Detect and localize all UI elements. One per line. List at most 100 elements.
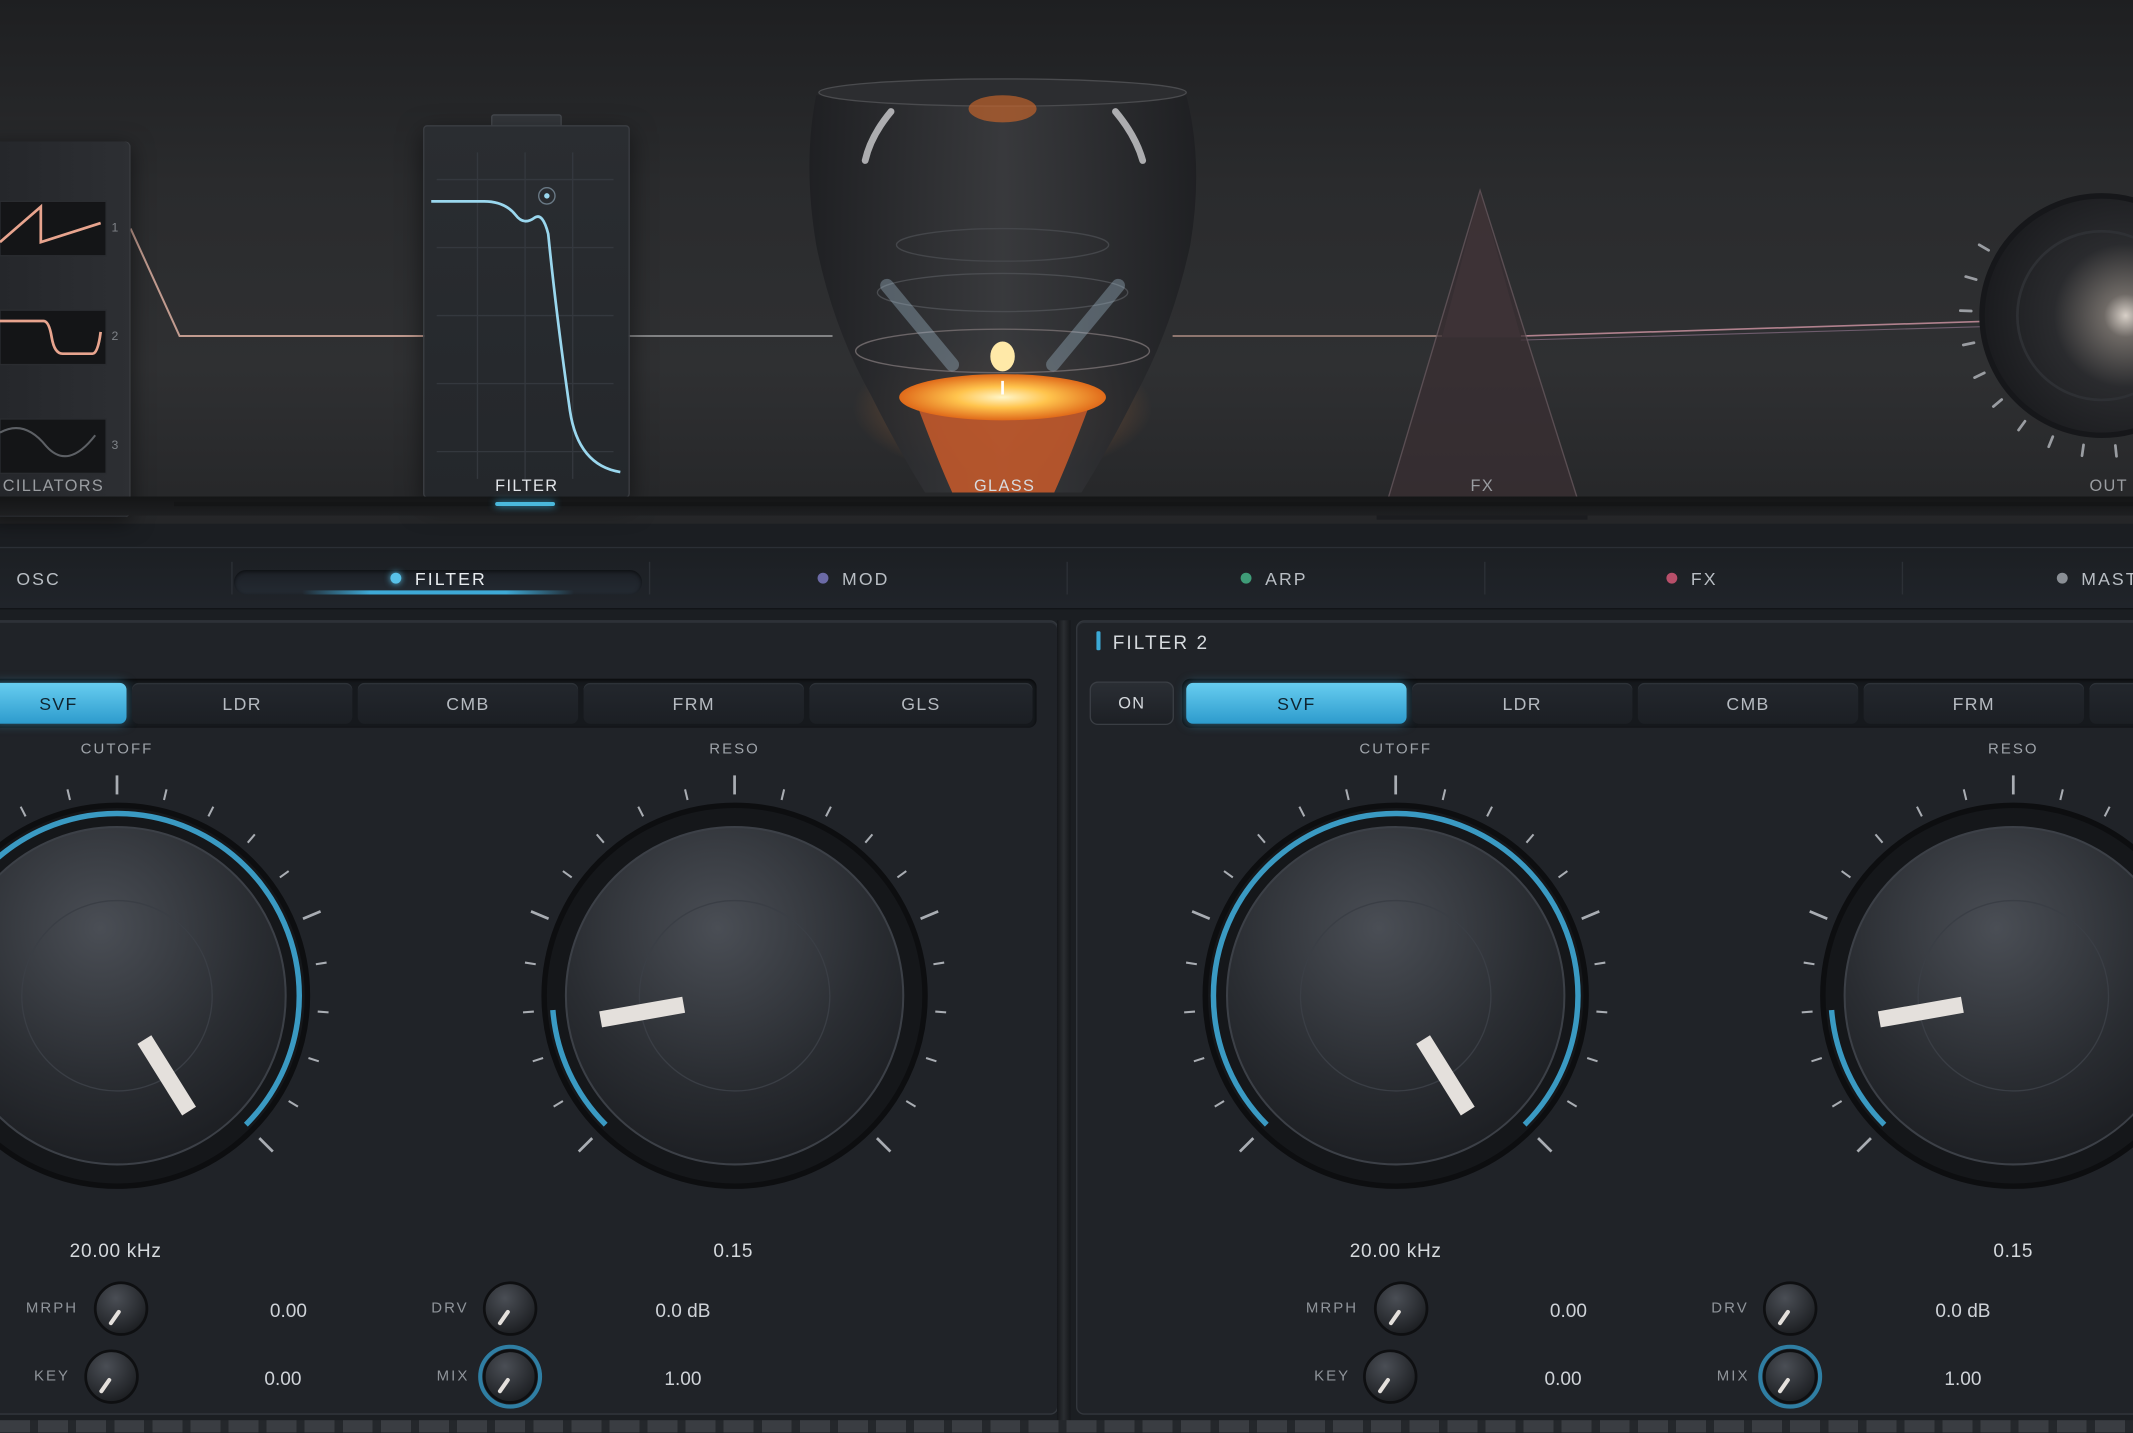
small-knob-face	[482, 1349, 538, 1404]
knob-tick	[308, 1057, 320, 1063]
knob-tick	[1298, 806, 1306, 817]
knob-tick	[1841, 870, 1852, 879]
small-knob-face	[84, 1349, 139, 1404]
filter-1-drv-label: DRV	[431, 1300, 469, 1317]
filter-2-mix-knob[interactable]	[1758, 1344, 1823, 1409]
small-knob-face	[482, 1281, 538, 1336]
knob-tick	[1831, 1100, 1843, 1108]
filter-1-drv-knob[interactable]	[482, 1281, 538, 1336]
knob-tick	[1537, 1137, 1553, 1153]
knob-tick	[522, 1010, 534, 1014]
filter-2-cutoff-value: 20.00 kHz	[1349, 1239, 1442, 1262]
knob-tick	[1191, 910, 1211, 920]
filter-2-drv-label: DRV	[1711, 1300, 1749, 1317]
knob-tick	[524, 961, 536, 966]
filter-1-key-label: KEY	[34, 1368, 71, 1385]
filter-2-key-knob[interactable]	[1363, 1349, 1418, 1404]
knob-tick	[896, 870, 907, 879]
small-knob-face	[1373, 1281, 1429, 1336]
filter-1-mrph-value: 0.00	[269, 1299, 307, 1321]
filter-1-mix-knob[interactable]	[478, 1344, 543, 1409]
filter-2-mrph-knob[interactable]	[1373, 1281, 1429, 1336]
knob-tick	[1594, 961, 1606, 966]
filter-2-drv-value: 0.0 dB	[1935, 1299, 1991, 1321]
filter-2-reso-value: 0.15	[1993, 1239, 2034, 1262]
knob-tick	[825, 806, 832, 817]
knob-tick	[1238, 1137, 1255, 1153]
filter-2-key-value: 0.00	[1544, 1367, 1582, 1389]
knob-tick	[1586, 1057, 1598, 1063]
knob-tick	[530, 910, 550, 920]
knob-tick	[637, 806, 645, 817]
knob-tick	[1811, 1057, 1823, 1063]
knob-tick	[1223, 870, 1234, 879]
knob-tick	[925, 1057, 937, 1063]
knob-tick	[66, 789, 71, 801]
small-knob-face	[1762, 1349, 1818, 1404]
knob-tick	[1185, 961, 1198, 966]
filter-2-reso-knob[interactable]	[1801, 775, 2133, 1189]
knob-tick	[1809, 910, 1828, 920]
knob-tick	[1874, 833, 1884, 844]
knob-tick	[684, 789, 689, 801]
knob-tick	[1596, 1010, 1608, 1014]
filter-1-cutoff-value: 20.00 kHz	[69, 1239, 162, 1262]
knob-tick	[532, 1057, 544, 1063]
knob-tick	[19, 806, 27, 817]
filter-2-mix-value: 1.00	[1944, 1367, 1982, 1389]
knob-tick	[1193, 1057, 1205, 1063]
knob-tick	[1581, 910, 1600, 920]
filter-1-key-knob[interactable]	[84, 1349, 139, 1404]
filter-1-mrph-label: MRPH	[25, 1300, 79, 1317]
filter-1-key-value: 0.00	[264, 1367, 302, 1389]
knob-tick	[1441, 789, 1447, 801]
keyboard-strip	[0, 1420, 2133, 1433]
knob-tick	[1916, 806, 1923, 817]
knob-tick	[246, 833, 256, 844]
small-knob-face	[1762, 1281, 1818, 1336]
small-knob-face	[93, 1281, 149, 1336]
knob-tick	[1566, 1100, 1578, 1108]
knob-tick	[258, 1137, 274, 1153]
knob-tick	[1557, 870, 1568, 879]
knob-tick	[920, 910, 939, 920]
knob-tick	[2059, 789, 2064, 801]
knob-tick	[562, 870, 573, 879]
small-knob-face	[1363, 1349, 1418, 1404]
knob-tick	[905, 1100, 917, 1108]
knob-tick	[207, 806, 215, 817]
knob-tick	[315, 961, 327, 966]
filter-1-mrph-knob[interactable]	[93, 1281, 149, 1336]
knob-tick	[1801, 1010, 1813, 1014]
knob-tick	[577, 1137, 594, 1153]
knob-tick	[1525, 833, 1535, 844]
knob-tick	[933, 961, 945, 966]
knob-layer	[0, 775, 2133, 1409]
knob-tick	[317, 1010, 329, 1014]
knob-tick	[1856, 1137, 1872, 1153]
filter-1-reso-knob[interactable]	[522, 775, 947, 1189]
knob-tick	[864, 833, 874, 844]
knob-tick	[279, 870, 290, 879]
filter-1-drv-value: 0.0 dB	[655, 1299, 711, 1321]
knob-tick	[935, 1010, 947, 1014]
filter-2-key-label: KEY	[1314, 1368, 1351, 1385]
knob-tick	[1184, 1010, 1196, 1014]
filter-2-mrph-value: 0.00	[1549, 1299, 1587, 1321]
knob-tick	[1257, 833, 1266, 844]
filter-1-cutoff-knob[interactable]	[0, 775, 329, 1189]
knob-face	[564, 826, 905, 1166]
knob-tick	[288, 1100, 299, 1108]
filter-1-reso-value: 0.15	[713, 1239, 754, 1262]
knob-face	[1225, 826, 1566, 1166]
filter-2-cutoff-knob[interactable]	[1184, 775, 1608, 1189]
knob-tick	[2103, 806, 2111, 817]
filter-2-drv-knob[interactable]	[1762, 1281, 1818, 1336]
knob-tick	[302, 910, 322, 920]
knob-tick	[780, 789, 786, 801]
knob-tick	[1486, 806, 1493, 817]
knob-tick	[595, 833, 605, 844]
knob-tick	[1803, 961, 1815, 966]
knob-tick	[1345, 789, 1350, 801]
knob-tick	[553, 1100, 564, 1108]
